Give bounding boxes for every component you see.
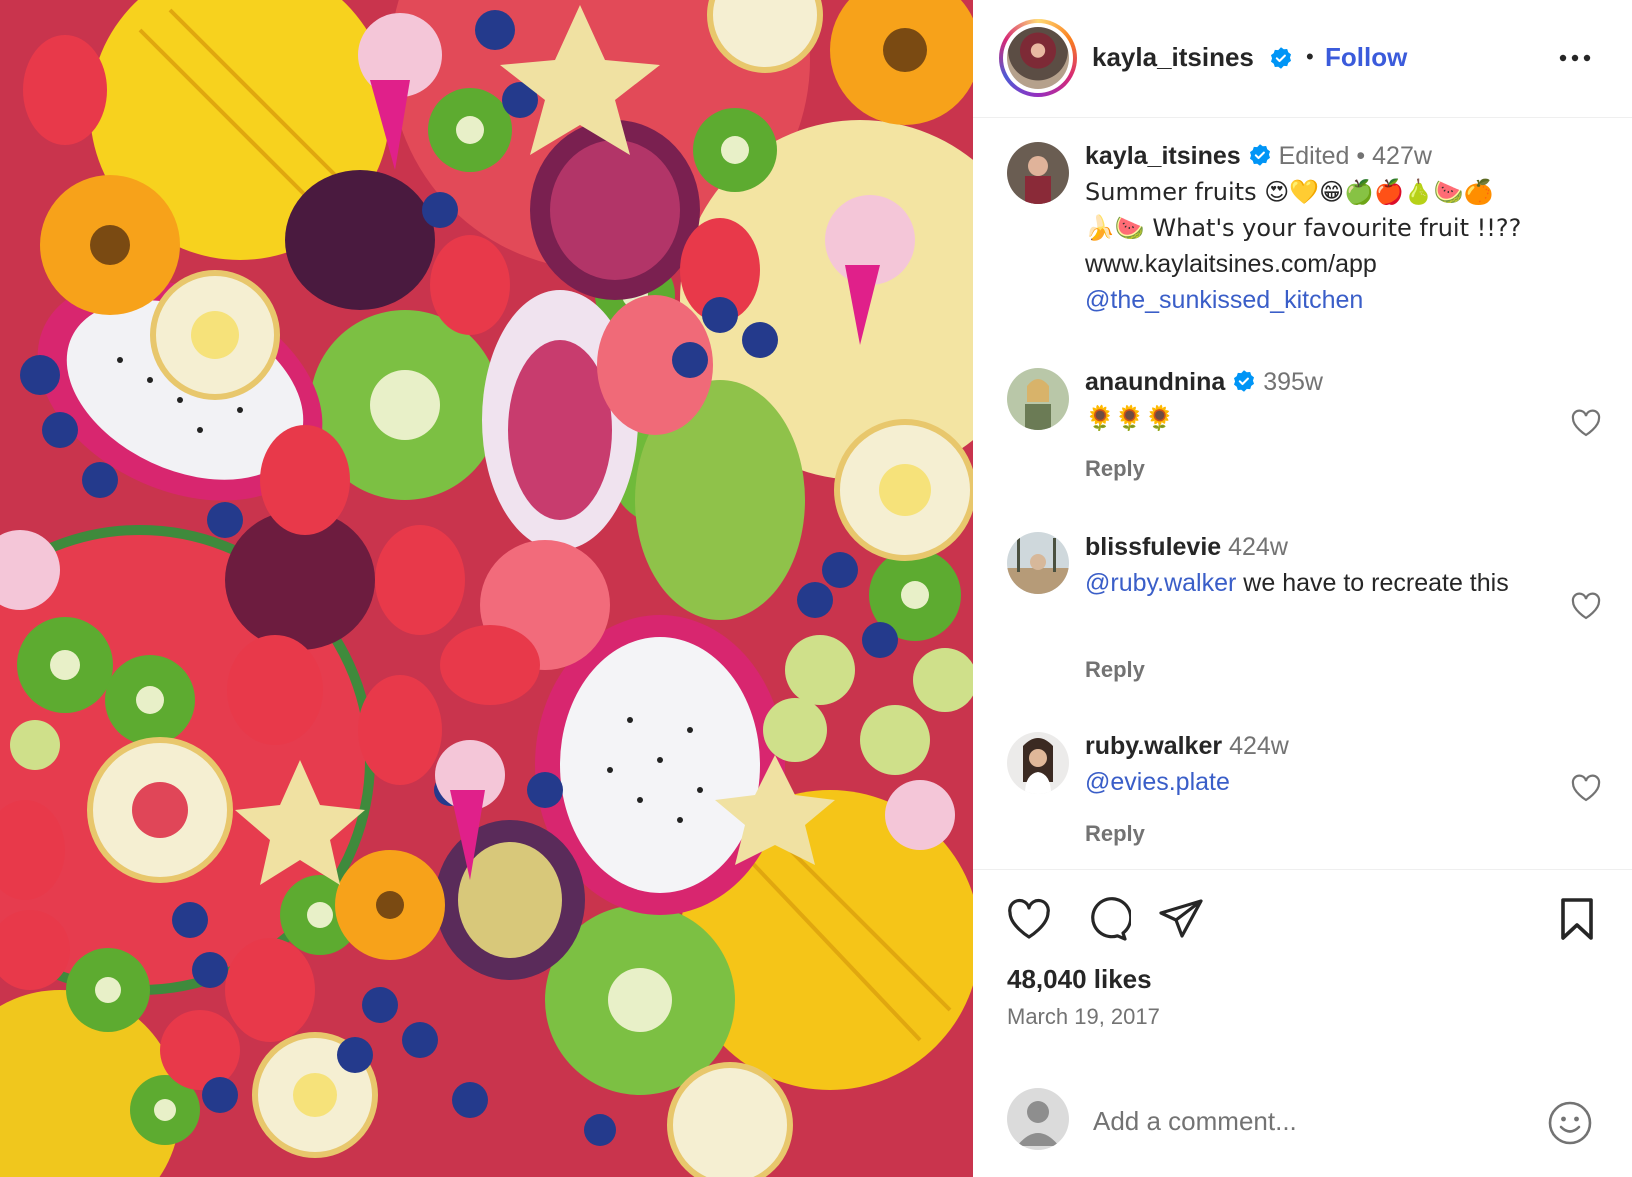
author-username[interactable]: kayla_itsines bbox=[1092, 42, 1254, 73]
like-comment-heart-icon[interactable] bbox=[1570, 591, 1602, 621]
commenter-avatar[interactable] bbox=[1007, 532, 1069, 594]
current-user-avatar bbox=[1007, 1088, 1069, 1150]
caption-avatar[interactable] bbox=[1007, 142, 1069, 204]
like-comment-heart-icon[interactable] bbox=[1570, 773, 1602, 803]
caption-line-2: 🍌🍉 What's your favourite fruit !!?? bbox=[1085, 214, 1522, 242]
reply-button[interactable]: Reply bbox=[1085, 456, 1145, 482]
like-comment-heart-icon[interactable] bbox=[1570, 408, 1602, 438]
comment: blissfulevie 424w @ruby.walker we have t… bbox=[1085, 529, 1525, 601]
reply-button[interactable]: Reply bbox=[1085, 657, 1145, 683]
author-avatar[interactable] bbox=[1007, 27, 1069, 89]
like-heart-icon[interactable] bbox=[1005, 896, 1053, 942]
more-options-icon[interactable] bbox=[1558, 46, 1592, 70]
verified-badge-icon bbox=[1234, 370, 1255, 392]
caption-url: www.kaylaitsines.com/app bbox=[1085, 250, 1377, 278]
caption-username[interactable]: kayla_itsines bbox=[1085, 142, 1241, 170]
comment-age[interactable]: 424w bbox=[1228, 533, 1288, 561]
fruit-platter-image bbox=[0, 0, 973, 1177]
post-sidebar: kayla_itsines • Follow kayla_itsines Edi… bbox=[973, 0, 1632, 1177]
verified-badge-icon bbox=[1269, 46, 1293, 72]
caption-separator: • bbox=[1356, 142, 1366, 170]
emoji-picker-icon[interactable] bbox=[1547, 1100, 1593, 1146]
header-separator: • bbox=[1306, 44, 1314, 69]
commenter-avatar[interactable] bbox=[1007, 732, 1069, 794]
post-photo[interactable] bbox=[0, 0, 973, 1177]
comment-age[interactable]: 424w bbox=[1229, 732, 1289, 760]
comment-bubble-icon[interactable] bbox=[1083, 896, 1131, 942]
likes-count[interactable]: 48,040 likes bbox=[1007, 964, 1152, 995]
post-date[interactable]: March 19, 2017 bbox=[1007, 1004, 1160, 1030]
comment: anaundnina 395w 🌻🌻🌻 bbox=[1085, 364, 1323, 436]
commenter-avatar[interactable] bbox=[1007, 368, 1069, 430]
verified-badge-icon bbox=[1249, 144, 1270, 166]
comment: ruby.walker 424w @evies.plate bbox=[1085, 728, 1289, 800]
caption: kayla_itsines Edited • 427w Summer fruit… bbox=[1085, 138, 1605, 318]
reply-button[interactable]: Reply bbox=[1085, 821, 1145, 847]
comments-section: kayla_itsines Edited • 427w Summer fruit… bbox=[973, 118, 1632, 870]
caption-mention-link[interactable]: @the_sunkissed_kitchen bbox=[1085, 282, 1605, 318]
comment-mention-link[interactable]: @evies.plate bbox=[1085, 764, 1289, 800]
comment-age[interactable]: 395w bbox=[1263, 368, 1323, 396]
caption-age[interactable]: 427w bbox=[1372, 142, 1432, 170]
save-bookmark-icon[interactable] bbox=[1553, 896, 1601, 942]
edited-label: Edited bbox=[1278, 142, 1350, 170]
follow-button[interactable]: Follow bbox=[1325, 42, 1407, 73]
comment-username[interactable]: ruby.walker bbox=[1085, 732, 1222, 760]
post-header: kayla_itsines • Follow bbox=[973, 0, 1632, 118]
comment-text: 🌻🌻🌻 bbox=[1085, 404, 1175, 432]
add-comment-bar: Add a comment... bbox=[1007, 1088, 1607, 1158]
add-comment-input[interactable]: Add a comment... bbox=[1093, 1106, 1297, 1137]
share-paper-plane-icon[interactable] bbox=[1157, 896, 1205, 942]
comment-text: we have to recreate this bbox=[1236, 569, 1509, 597]
author-avatar-story-ring[interactable] bbox=[999, 19, 1077, 97]
comment-mention-link[interactable]: @ruby.walker bbox=[1085, 569, 1236, 597]
caption-line-1: Summer fruits 😍💛😁🍏🍎🍐🍉🍊 bbox=[1085, 178, 1494, 206]
comment-username[interactable]: anaundnina bbox=[1085, 368, 1225, 396]
comment-username[interactable]: blissfulevie bbox=[1085, 533, 1221, 561]
post-actions: 48,040 likes March 19, 2017 Add a commen… bbox=[973, 870, 1632, 1177]
